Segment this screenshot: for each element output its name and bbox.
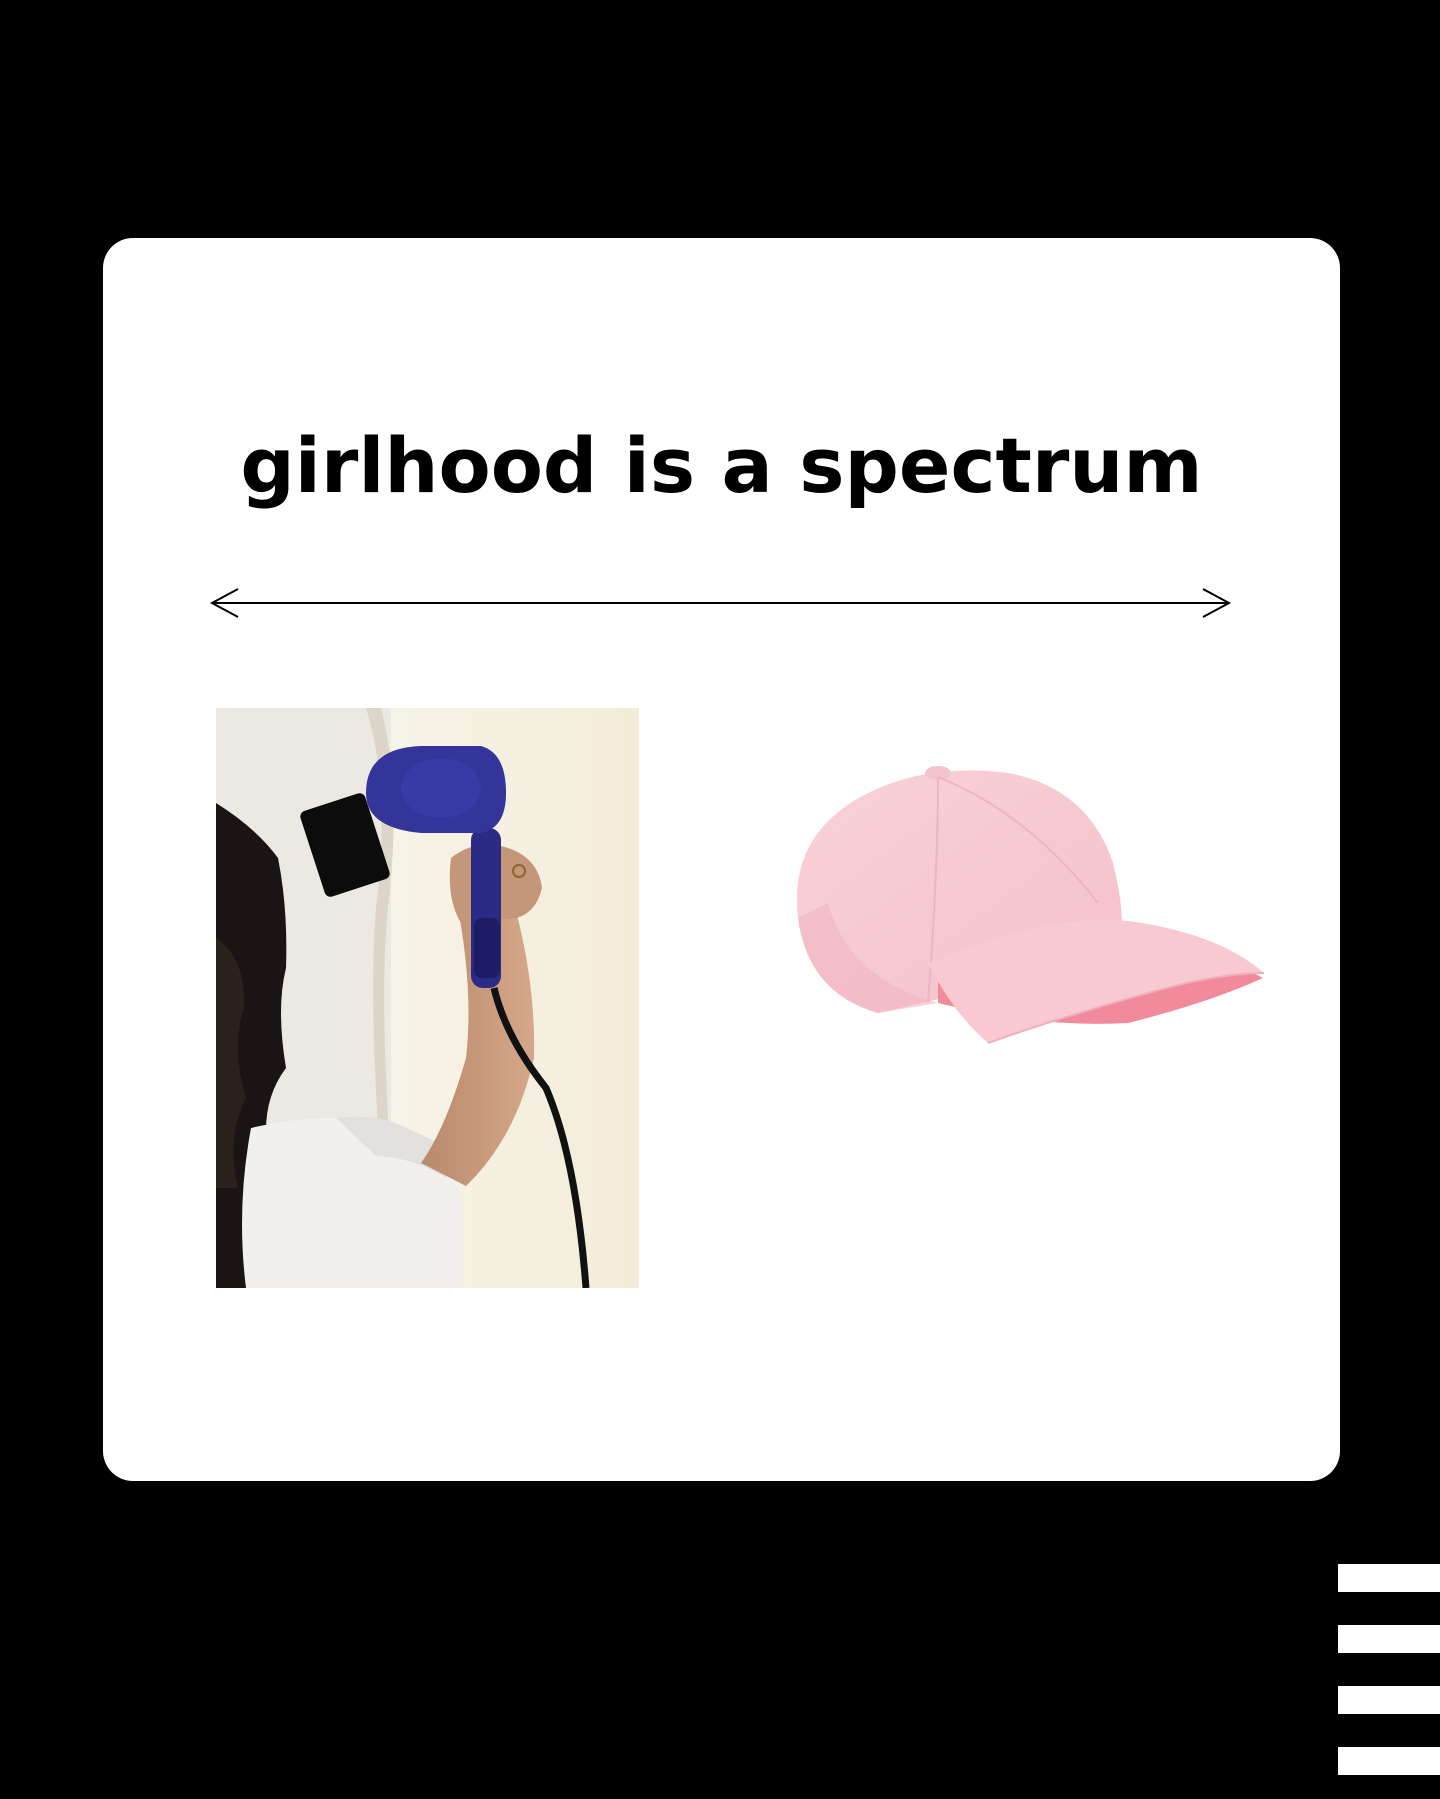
stripe <box>1338 1625 1440 1653</box>
hair-dryer-photo <box>216 708 639 1288</box>
stripe <box>1338 1747 1440 1775</box>
page: { "card": { "headline": "girlhood is a s… <box>0 0 1440 1799</box>
content-card: girlhood is a spectrum <box>103 238 1340 1481</box>
stripe <box>1338 1564 1440 1592</box>
double-arrow <box>209 588 1232 618</box>
stripe <box>1338 1686 1440 1714</box>
stripes-decoration <box>1338 1564 1440 1799</box>
headline: girlhood is a spectrum <box>240 421 1203 510</box>
pink-baseball-cap <box>796 766 1265 1044</box>
